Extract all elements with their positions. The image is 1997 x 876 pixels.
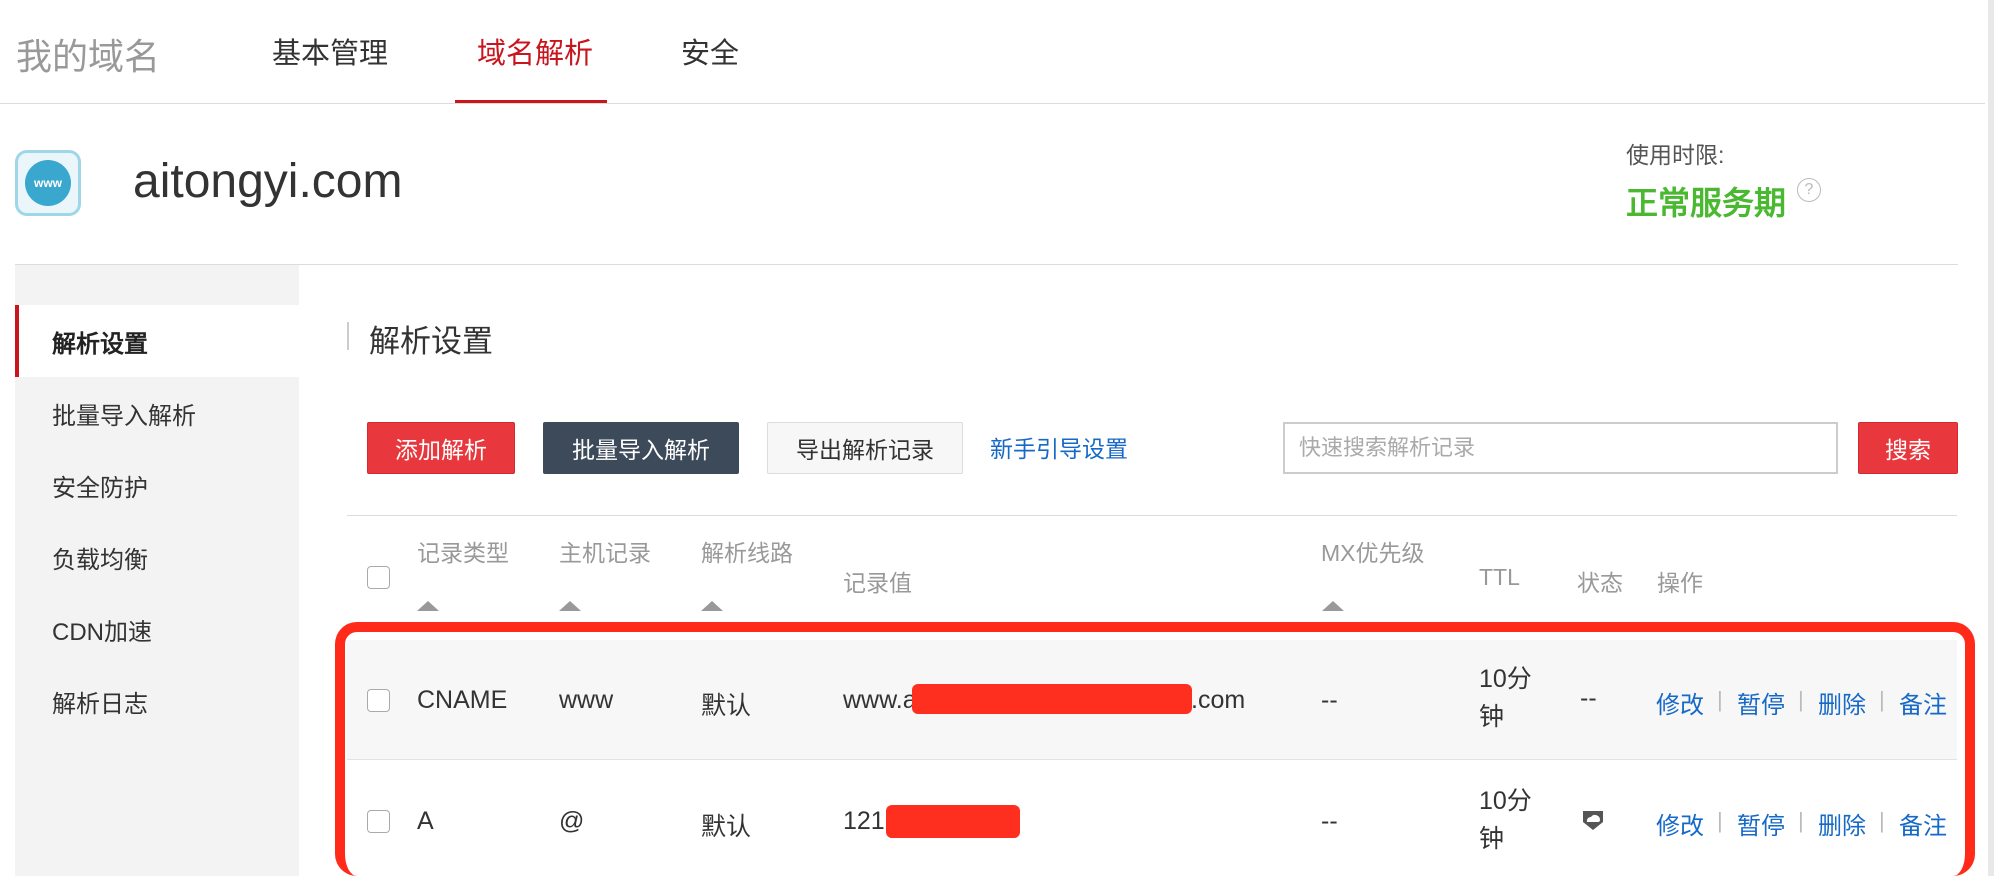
record-value-suffix: .com	[1191, 686, 1246, 714]
sort-mx-icon[interactable]	[1322, 601, 1344, 611]
redacted-value	[886, 805, 1020, 838]
search-button[interactable]: 搜索	[1858, 422, 1958, 474]
top-navigation: 我的域名 基本管理 域名解析 安全	[0, 0, 1985, 104]
sidebar-item-load-balancing[interactable]: 负载均衡	[15, 521, 299, 593]
service-term-status: 正常服务期	[1626, 185, 1787, 221]
export-records-button[interactable]: 导出解析记录	[767, 422, 963, 474]
page-title: 解析设置	[369, 324, 493, 359]
sidebar: 解析设置 批量导入解析 安全防护 负载均衡 CDN加速 解析日志	[15, 265, 299, 876]
domain-name: aitongyi.com	[133, 155, 403, 208]
batch-import-button[interactable]: 批量导入解析	[543, 422, 739, 474]
sidebar-item-resolution-settings[interactable]: 解析设置	[15, 305, 299, 377]
tab-security[interactable]: 安全	[681, 30, 739, 72]
cloud-status-icon	[1583, 811, 1603, 830]
host-record: @	[559, 807, 585, 835]
mx-priority: --	[1321, 686, 1338, 714]
action-separator: |	[1717, 808, 1723, 833]
column-header-line[interactable]: 解析线路	[701, 534, 793, 568]
sort-line-icon[interactable]	[701, 601, 723, 611]
www-globe-icon: www	[15, 150, 81, 216]
header-divider	[15, 264, 1958, 265]
note-action[interactable]: 备注	[1899, 685, 1947, 720]
ttl-value: 10分钟	[1479, 665, 1532, 731]
search-input[interactable]	[1283, 422, 1838, 474]
record-type: A	[417, 807, 434, 835]
column-header-mx[interactable]: MX优先级	[1321, 534, 1425, 568]
tab-domain-resolution[interactable]: 域名解析	[477, 30, 593, 72]
tab-basic-management[interactable]: 基本管理	[272, 30, 388, 72]
action-separator: |	[1798, 808, 1804, 833]
resolution-line: 默认	[701, 692, 752, 720]
section-title-bar	[347, 322, 349, 350]
record-value-prefix: www.a	[843, 686, 917, 714]
column-header-ttl: TTL	[1479, 564, 1520, 590]
action-separator: |	[1717, 687, 1723, 712]
select-all-checkbox[interactable]	[367, 566, 390, 589]
pause-action[interactable]: 暂停	[1737, 806, 1785, 841]
globe-icon-text: www	[33, 176, 62, 190]
sidebar-item-resolution-log[interactable]: 解析日志	[15, 665, 299, 737]
table-row	[347, 760, 1957, 876]
scrollbar[interactable]	[1988, 0, 1994, 876]
add-record-button[interactable]: 添加解析	[367, 422, 515, 474]
record-value-prefix: 121	[843, 807, 885, 835]
action-separator: |	[1879, 687, 1885, 712]
note-action[interactable]: 备注	[1899, 806, 1947, 841]
sort-host-icon[interactable]	[559, 601, 581, 611]
column-header-type[interactable]: 记录类型	[417, 534, 509, 568]
help-icon-glyph: ?	[1804, 181, 1814, 198]
ttl-value: 10分钟	[1479, 787, 1532, 853]
action-separator: |	[1798, 687, 1804, 712]
help-icon[interactable]: ?	[1797, 178, 1821, 202]
beginner-guide-link[interactable]: 新手引导设置	[990, 430, 1128, 464]
row-checkbox[interactable]	[367, 689, 390, 712]
row-checkbox[interactable]	[367, 810, 390, 833]
mx-priority: --	[1321, 807, 1338, 835]
column-header-value: 记录值	[843, 570, 912, 596]
column-header-host[interactable]: 主机记录	[559, 534, 651, 568]
edit-action[interactable]: 修改	[1656, 806, 1704, 841]
delete-action[interactable]: 删除	[1818, 806, 1866, 841]
host-record: www	[559, 686, 614, 714]
record-status: --	[1580, 684, 1597, 712]
table-top-divider	[347, 515, 1957, 516]
delete-action[interactable]: 删除	[1818, 685, 1866, 720]
record-type: CNAME	[417, 686, 508, 714]
column-header-actions: 操作	[1657, 570, 1703, 596]
active-tab-indicator	[455, 100, 607, 103]
service-term-label: 使用时限:	[1626, 142, 1725, 168]
sidebar-item-cdn[interactable]: CDN加速	[15, 593, 299, 665]
globe-icon: www	[25, 160, 71, 206]
resolution-line: 默认	[701, 813, 752, 841]
column-header-status: 状态	[1577, 570, 1623, 596]
action-separator: |	[1879, 808, 1885, 833]
edit-action[interactable]: 修改	[1656, 685, 1704, 720]
pause-action[interactable]: 暂停	[1737, 685, 1785, 720]
my-domains-title[interactable]: 我的域名	[16, 28, 160, 80]
sidebar-item-batch-import[interactable]: 批量导入解析	[15, 377, 299, 449]
redacted-value	[912, 684, 1192, 714]
sort-type-icon[interactable]	[417, 601, 439, 611]
sidebar-item-security-protection[interactable]: 安全防护	[15, 449, 299, 521]
